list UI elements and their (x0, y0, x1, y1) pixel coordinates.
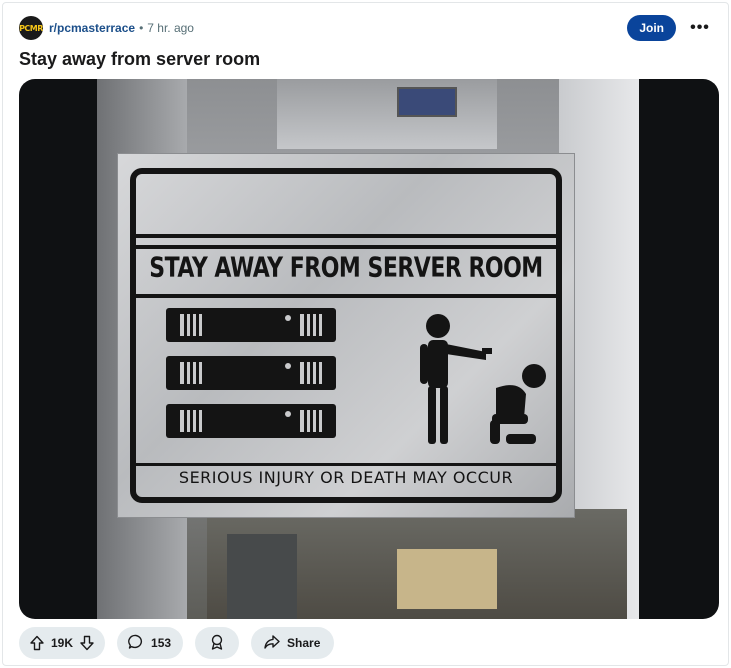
meta-separator: • (139, 21, 144, 35)
join-button[interactable]: Join (627, 15, 676, 41)
sign-illustration (166, 308, 546, 444)
server-rack-icon (166, 308, 336, 438)
stick-figure-kneeling-icon (490, 364, 546, 444)
downvote-arrow-icon[interactable] (75, 631, 99, 655)
sign-footer: SERIOUS INJURY OR DEATH MAY OCCUR (178, 468, 514, 487)
award-ribbon-icon (208, 633, 226, 654)
subreddit-avatar[interactable]: PCMR (19, 16, 43, 40)
post-media[interactable]: STAY AWAY FROM SERVER ROOM SERIOUS INJUR… (19, 79, 719, 619)
post-title[interactable]: Stay away from server room (19, 49, 260, 70)
subreddit-avatar-text: PCMR (19, 23, 43, 33)
comments-button[interactable]: 153 (117, 627, 184, 659)
share-button[interactable]: Share (251, 627, 335, 659)
vote-count: 19K (51, 636, 74, 650)
comment-count: 153 (151, 636, 172, 650)
subreddit-link[interactable]: r/pcmasterrace (49, 21, 135, 35)
post-header: PCMR r/pcmasterrace • 7 hr. ago Join ••• (19, 15, 712, 41)
post-timestamp: 7 hr. ago (147, 21, 194, 35)
share-arrow-icon (263, 633, 281, 654)
award-button[interactable] (195, 627, 240, 659)
upvote-arrow-icon[interactable] (25, 631, 49, 655)
vote-bar: 19K (19, 627, 106, 659)
post-actions: 19K 153 Share (19, 627, 346, 659)
post-photo: STAY AWAY FROM SERVER ROOM SERIOUS INJUR… (97, 79, 639, 619)
post-card: PCMR r/pcmasterrace • 7 hr. ago Join •••… (2, 2, 729, 666)
warning-sign: STAY AWAY FROM SERVER ROOM SERIOUS INJUR… (117, 153, 575, 518)
sign-heading: STAY AWAY FROM SERVER ROOM (149, 252, 543, 285)
speech-bubble-icon (127, 633, 145, 654)
ellipsis-icon[interactable]: ••• (688, 16, 712, 40)
stick-figure-standing-icon (420, 314, 492, 444)
share-label: Share (287, 636, 321, 650)
